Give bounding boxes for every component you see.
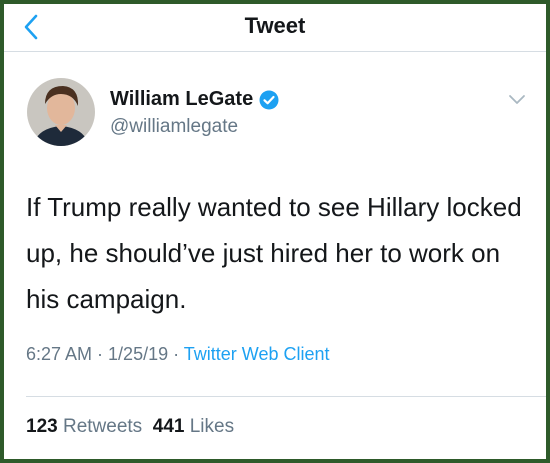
retweets-stat[interactable]: 123 Retweets [26,416,142,437]
tweet-text: If Trump really wanted to see Hillary lo… [26,192,522,314]
tweet-client-link[interactable]: Twitter Web Client [184,344,330,364]
meta-separator: · [92,344,109,364]
likes-count: 441 [152,416,185,437]
tweet-card: Tweet William LeGate @williamlegate If T… [4,4,546,459]
page-title: Tweet [244,13,306,38]
verified-badge-icon [259,90,279,109]
avatar[interactable] [27,78,95,146]
divider [26,396,546,397]
likes-stat[interactable]: 441 Likes [153,416,234,437]
tweet-time: 6:27 AM [26,344,93,364]
tweet-stats: 123 Retweets 441 Likes [26,416,234,438]
author-handle[interactable]: @williamlegate [110,116,238,138]
tweet-date: 1/25/19 [108,344,169,364]
tweet-meta: 6:27 AM · 1/25/19 · Twitter Web Client [26,344,330,365]
author-row: William LeGate [110,88,279,111]
retweets-label: Retweets [62,416,143,437]
chevron-down-icon[interactable] [506,88,528,110]
meta-separator: · [168,344,184,364]
author-name[interactable]: William LeGate [110,88,253,111]
likes-label: Likes [189,416,235,437]
nav-bar: Tweet [4,4,546,52]
retweets-count: 123 [26,416,58,437]
